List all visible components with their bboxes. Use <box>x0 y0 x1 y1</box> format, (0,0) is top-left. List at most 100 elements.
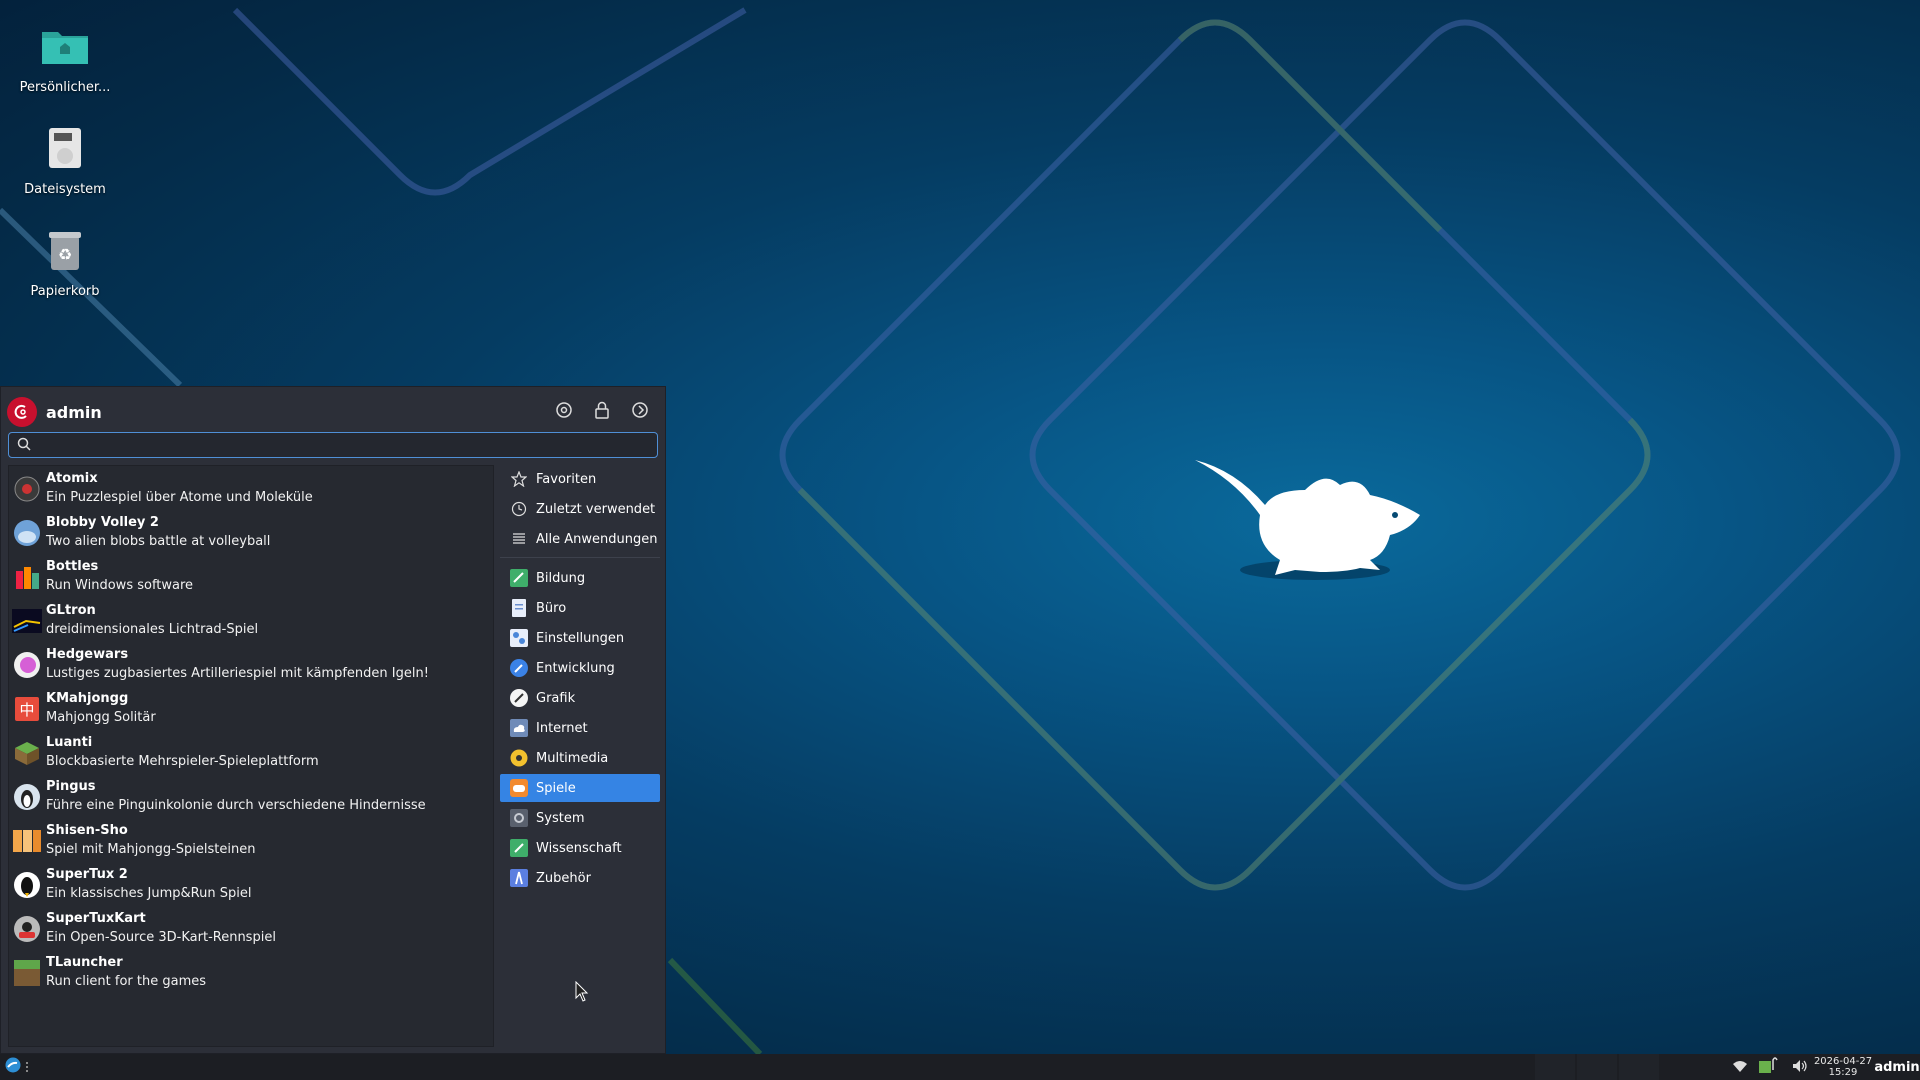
gltron-icon <box>12 606 42 636</box>
list-item-supertux[interactable]: SuperTux 2 Ein klassisches Jump&Run Spie… <box>9 864 493 908</box>
clock-text: 2026-04-27 15:29 <box>1814 1056 1872 1078</box>
category-label: Bildung <box>536 570 586 586</box>
app-description: dreidimensionales Lichtrad-Spiel <box>46 622 259 637</box>
category-multimedia[interactable]: Multimedia <box>500 744 660 772</box>
workspace-1[interactable] <box>1535 1054 1575 1080</box>
graphics-icon <box>510 689 528 707</box>
application-list: Atomix Ein Puzzlespiel über Atome und Mo… <box>8 465 494 1047</box>
category-spiele[interactable]: Spiele <box>500 774 660 802</box>
lock-button[interactable] <box>591 401 613 423</box>
desktop-icon-label: Persönlicher... <box>19 80 111 95</box>
clock-icon <box>510 500 528 518</box>
lock-icon <box>595 401 609 423</box>
kmahjongg-icon: 中 <box>12 694 42 724</box>
workspace-3[interactable] <box>1619 1054 1659 1080</box>
svg-text:♻: ♻ <box>58 245 72 264</box>
taskbar-username: admin <box>1874 1059 1920 1075</box>
wifi-icon <box>1732 1058 1748 1077</box>
tlauncher-icon <box>12 958 42 988</box>
app-name: KMahjongg <box>46 691 129 706</box>
list-item-supertuxkart[interactable]: SuperTuxKart Ein Open-Source 3D-Kart-Ren… <box>9 908 493 952</box>
desktop-icon-label: Papierkorb <box>30 284 100 299</box>
app-description: Spiel mit Mahjongg-Spielsteinen <box>46 842 256 857</box>
category-grafik[interactable]: Grafik <box>500 684 660 712</box>
list-item-blobby-volley[interactable]: Blobby Volley 2 Two alien blobs battle a… <box>9 512 493 556</box>
app-name: TLauncher <box>46 955 123 970</box>
category-favoriten[interactable]: Favoriten <box>500 465 660 493</box>
app-description: Ein klassisches Jump&Run Spiel <box>46 886 252 901</box>
category-einstellungen[interactable]: Einstellungen <box>500 624 660 652</box>
category-label: System <box>536 810 585 826</box>
category-label: Alle Anwendungen <box>536 531 658 547</box>
clock-date: 2026-04-27 <box>1813 1056 1873 1067</box>
luanti-icon <box>12 738 42 768</box>
list-item-gltron[interactable]: GLtron dreidimensionales Lichtrad-Spiel <box>9 600 493 644</box>
network-tray[interactable] <box>1730 1054 1750 1080</box>
science-icon <box>510 839 528 857</box>
app-name: Shisen-Sho <box>46 823 128 838</box>
app-description: Two alien blobs battle at volleyball <box>46 534 271 549</box>
workspace-2[interactable] <box>1577 1054 1617 1080</box>
category-system[interactable]: System <box>500 804 660 832</box>
filesystem-icon <box>37 120 93 176</box>
category-zubehoer[interactable]: Zubehör <box>500 864 660 892</box>
clock[interactable]: 2026-04-27 15:29 <box>1812 1054 1874 1080</box>
category-entwicklung[interactable]: Entwicklung <box>500 654 660 682</box>
app-name: SuperTuxKart <box>46 911 146 926</box>
internet-icon <box>510 719 528 737</box>
category-alle-anwendungen[interactable]: Alle Anwendungen <box>500 525 660 553</box>
education-icon <box>510 569 528 587</box>
xfce-logo-icon <box>5 1057 21 1077</box>
list-item-tlauncher[interactable]: TLauncher Run client for the games <box>9 952 493 996</box>
home-folder-icon <box>37 18 93 74</box>
user-menu[interactable]: admin <box>1874 1054 1920 1080</box>
whisker-menu-button[interactable] <box>2 1054 24 1080</box>
hedgewars-icon <box>12 650 42 680</box>
list-item-shisen-sho[interactable]: Shisen-Sho Spiel mit Mahjongg-Spielstein… <box>9 820 493 864</box>
settings-button[interactable] <box>553 401 575 423</box>
settings-category-icon <box>510 629 528 647</box>
search-input[interactable] <box>37 436 657 454</box>
username: admin <box>46 402 102 422</box>
list-item-bottles[interactable]: Bottles Run Windows software <box>9 556 493 600</box>
desktop-icon-filesystem[interactable]: Dateisystem <box>10 120 120 197</box>
app-name: Blobby Volley 2 <box>46 515 159 530</box>
category-label: Zuletzt verwendet <box>536 501 656 517</box>
category-label: Einstellungen <box>536 630 625 646</box>
category-label: Favoriten <box>536 471 597 487</box>
volume-tray[interactable] <box>1790 1054 1810 1080</box>
category-internet[interactable]: Internet <box>500 714 660 742</box>
list-item-atomix[interactable]: Atomix Ein Puzzlespiel über Atome und Mo… <box>9 468 493 512</box>
xfce-mouse-logo <box>1195 460 1420 580</box>
application-menu: admin Atomix Ein Puzzlespiel über Atome … <box>0 386 666 1054</box>
development-icon <box>510 659 528 677</box>
category-label: Büro <box>536 600 567 616</box>
category-list: Favoriten Zuletzt verwendet Alle Anwendu… <box>500 465 660 905</box>
logout-icon <box>631 401 649 423</box>
list-item-hedgewars[interactable]: Hedgewars Lustiges zugbasiertes Artiller… <box>9 644 493 688</box>
settings-icon <box>555 401 573 423</box>
svg-text:中: 中 <box>19 701 34 719</box>
desktop-icon-trash[interactable]: ♻ Papierkorb <box>10 222 120 299</box>
category-label: Zubehör <box>536 870 591 886</box>
list-item-pingus[interactable]: Pingus Führe eine Pinguinkolonie durch v… <box>9 776 493 820</box>
category-bildung[interactable]: Bildung <box>500 564 660 592</box>
list-item-luanti[interactable]: Luanti Blockbasierte Mehrspieler-Spielep… <box>9 732 493 776</box>
app-description: Blockbasierte Mehrspieler-Spieleplattfor… <box>46 754 319 769</box>
battery-tray[interactable] <box>1756 1054 1780 1080</box>
app-name: GLtron <box>46 603 96 618</box>
list-item-kmahjongg[interactable]: 中 KMahjongg Mahjongg Solitär <box>9 688 493 732</box>
desktop-icon-home[interactable]: Persönlicher... <box>10 18 120 95</box>
logout-button[interactable] <box>629 401 651 423</box>
games-icon <box>510 779 528 797</box>
mouse-cursor <box>575 981 589 1002</box>
avatar <box>7 397 37 427</box>
category-zuletzt-verwendet[interactable]: Zuletzt verwendet <box>500 495 660 523</box>
star-icon <box>510 470 528 488</box>
category-label: Multimedia <box>536 750 609 766</box>
category-wissenschaft[interactable]: Wissenschaft <box>500 834 660 862</box>
category-buero[interactable]: Büro <box>500 594 660 622</box>
system-icon <box>510 809 528 827</box>
supertuxkart-icon <box>12 914 42 944</box>
pingus-icon <box>12 782 42 812</box>
